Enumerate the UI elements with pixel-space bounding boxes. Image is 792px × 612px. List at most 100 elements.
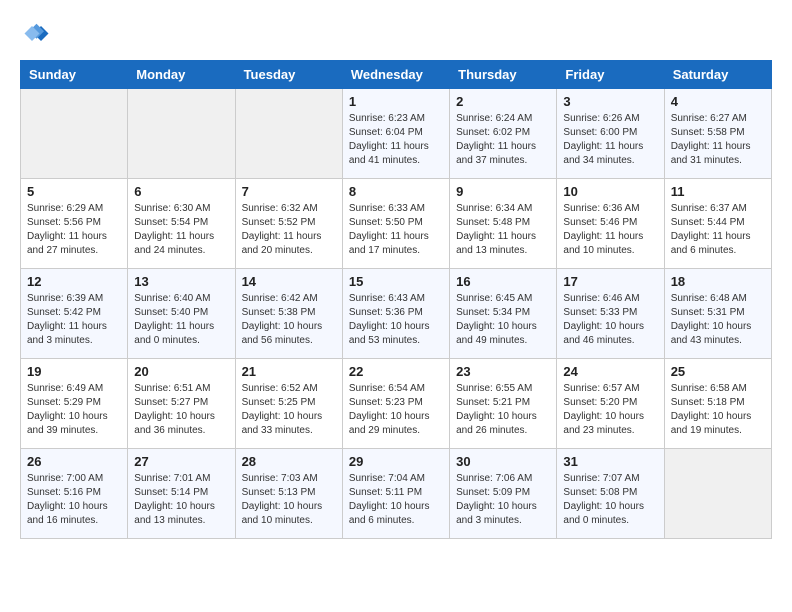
day-info: Sunrise: 7:00 AM Sunset: 5:16 PM Dayligh…	[27, 472, 121, 528]
calendar-cell	[21, 89, 128, 179]
calendar-cell: 19 Sunrise: 6:49 AM Sunset: 5:29 PM Dayli…	[21, 359, 128, 449]
calendar-cell: 16 Sunrise: 6:45 AM Sunset: 5:34 PM Dayli…	[450, 269, 557, 359]
calendar-cell: 13 Sunrise: 6:40 AM Sunset: 5:40 PM Dayli…	[128, 269, 235, 359]
day-number: 4	[671, 94, 765, 109]
calendar-cell: 30 Sunrise: 7:06 AM Sunset: 5:09 PM Dayli…	[450, 449, 557, 539]
day-info: Sunrise: 6:30 AM Sunset: 5:54 PM Dayligh…	[134, 202, 228, 258]
weekday-header-friday: Friday	[557, 61, 664, 89]
day-number: 22	[349, 364, 443, 379]
day-info: Sunrise: 7:03 AM Sunset: 5:13 PM Dayligh…	[242, 472, 336, 528]
day-info: Sunrise: 6:43 AM Sunset: 5:36 PM Dayligh…	[349, 292, 443, 348]
calendar-cell: 9Sunrise: 6:34 AM Sunset: 5:48 PM Daylig…	[450, 179, 557, 269]
calendar-cell: 14 Sunrise: 6:42 AM Sunset: 5:38 PM Dayli…	[235, 269, 342, 359]
day-number: 30	[456, 454, 550, 469]
calendar-cell: 2 Sunrise: 6:24 AM Sunset: 6:02 PM Daylig…	[450, 89, 557, 179]
day-info: Sunrise: 6:29 AM Sunset: 5:56 PM Dayligh…	[27, 202, 121, 258]
day-info: Sunrise: 6:36 AM Sunset: 5:46 PM Dayligh…	[563, 202, 657, 258]
day-number: 17	[563, 274, 657, 289]
calendar-cell: 25Sunrise: 6:58 AM Sunset: 5:18 PM Dayli…	[664, 359, 771, 449]
day-info: Sunrise: 6:40 AM Sunset: 5:40 PM Dayligh…	[134, 292, 228, 348]
calendar-cell: 10 Sunrise: 6:36 AM Sunset: 5:46 PM Dayli…	[557, 179, 664, 269]
calendar-week-row: 1 Sunrise: 6:23 AM Sunset: 6:04 PM Daylig…	[21, 89, 772, 179]
day-number: 28	[242, 454, 336, 469]
logo-icon	[20, 20, 50, 50]
day-info: Sunrise: 6:42 AM Sunset: 5:38 PM Dayligh…	[242, 292, 336, 348]
calendar-week-row: 12 Sunrise: 6:39 AM Sunset: 5:42 PM Dayli…	[21, 269, 772, 359]
day-number: 29	[349, 454, 443, 469]
day-number: 31	[563, 454, 657, 469]
day-number: 13	[134, 274, 228, 289]
calendar-cell: 6 Sunrise: 6:30 AM Sunset: 5:54 PM Daylig…	[128, 179, 235, 269]
day-info: Sunrise: 6:57 AM Sunset: 5:20 PM Dayligh…	[563, 382, 657, 438]
weekday-header-thursday: Thursday	[450, 61, 557, 89]
day-number: 10	[563, 184, 657, 199]
calendar-cell: 8 Sunrise: 6:33 AM Sunset: 5:50 PM Daylig…	[342, 179, 449, 269]
day-number: 1	[349, 94, 443, 109]
day-number: 6	[134, 184, 228, 199]
day-info: Sunrise: 7:06 AM Sunset: 5:09 PM Dayligh…	[456, 472, 550, 528]
weekday-header-saturday: Saturday	[664, 61, 771, 89]
day-number: 12	[27, 274, 121, 289]
day-info: Sunrise: 7:01 AM Sunset: 5:14 PM Dayligh…	[134, 472, 228, 528]
calendar-cell: 5 Sunrise: 6:29 AM Sunset: 5:56 PM Daylig…	[21, 179, 128, 269]
day-number: 19	[27, 364, 121, 379]
day-info: Sunrise: 6:33 AM Sunset: 5:50 PM Dayligh…	[349, 202, 443, 258]
day-number: 27	[134, 454, 228, 469]
calendar-cell: 21 Sunrise: 6:52 AM Sunset: 5:25 PM Dayli…	[235, 359, 342, 449]
calendar-cell: 15Sunrise: 6:43 AM Sunset: 5:36 PM Dayli…	[342, 269, 449, 359]
day-number: 8	[349, 184, 443, 199]
calendar-cell: 22 Sunrise: 6:54 AM Sunset: 5:23 PM Dayli…	[342, 359, 449, 449]
calendar-cell	[235, 89, 342, 179]
day-number: 5	[27, 184, 121, 199]
day-info: Sunrise: 6:45 AM Sunset: 5:34 PM Dayligh…	[456, 292, 550, 348]
calendar-week-row: 19 Sunrise: 6:49 AM Sunset: 5:29 PM Dayli…	[21, 359, 772, 449]
weekday-header-row: SundayMondayTuesdayWednesdayThursdayFrid…	[21, 61, 772, 89]
weekday-header-tuesday: Tuesday	[235, 61, 342, 89]
calendar-cell: 18Sunrise: 6:48 AM Sunset: 5:31 PM Dayli…	[664, 269, 771, 359]
day-info: Sunrise: 6:48 AM Sunset: 5:31 PM Dayligh…	[671, 292, 765, 348]
calendar-cell: 24 Sunrise: 6:57 AM Sunset: 5:20 PM Dayli…	[557, 359, 664, 449]
weekday-header-monday: Monday	[128, 61, 235, 89]
day-info: Sunrise: 6:24 AM Sunset: 6:02 PM Dayligh…	[456, 112, 550, 168]
day-number: 7	[242, 184, 336, 199]
day-info: Sunrise: 6:26 AM Sunset: 6:00 PM Dayligh…	[563, 112, 657, 168]
day-number: 26	[27, 454, 121, 469]
day-number: 9	[456, 184, 550, 199]
weekday-header-wednesday: Wednesday	[342, 61, 449, 89]
day-number: 16	[456, 274, 550, 289]
day-info: Sunrise: 6:51 AM Sunset: 5:27 PM Dayligh…	[134, 382, 228, 438]
calendar-cell: 3Sunrise: 6:26 AM Sunset: 6:00 PM Daylig…	[557, 89, 664, 179]
day-info: Sunrise: 6:55 AM Sunset: 5:21 PM Dayligh…	[456, 382, 550, 438]
day-info: Sunrise: 6:32 AM Sunset: 5:52 PM Dayligh…	[242, 202, 336, 258]
calendar-week-row: 26 Sunrise: 7:00 AM Sunset: 5:16 PM Dayli…	[21, 449, 772, 539]
calendar-cell: 1 Sunrise: 6:23 AM Sunset: 6:04 PM Daylig…	[342, 89, 449, 179]
day-number: 20	[134, 364, 228, 379]
calendar-cell: 12 Sunrise: 6:39 AM Sunset: 5:42 PM Dayli…	[21, 269, 128, 359]
day-info: Sunrise: 6:27 AM Sunset: 5:58 PM Dayligh…	[671, 112, 765, 168]
calendar-cell: 7 Sunrise: 6:32 AM Sunset: 5:52 PM Daylig…	[235, 179, 342, 269]
day-info: Sunrise: 6:54 AM Sunset: 5:23 PM Dayligh…	[349, 382, 443, 438]
day-info: Sunrise: 6:39 AM Sunset: 5:42 PM Dayligh…	[27, 292, 121, 348]
day-info: Sunrise: 6:46 AM Sunset: 5:33 PM Dayligh…	[563, 292, 657, 348]
day-number: 14	[242, 274, 336, 289]
day-info: Sunrise: 6:58 AM Sunset: 5:18 PM Dayligh…	[671, 382, 765, 438]
day-number: 23	[456, 364, 550, 379]
day-info: Sunrise: 6:52 AM Sunset: 5:25 PM Dayligh…	[242, 382, 336, 438]
day-info: Sunrise: 6:49 AM Sunset: 5:29 PM Dayligh…	[27, 382, 121, 438]
day-info: Sunrise: 6:37 AM Sunset: 5:44 PM Dayligh…	[671, 202, 765, 258]
calendar-table: SundayMondayTuesdayWednesdayThursdayFrid…	[20, 60, 772, 539]
day-info: Sunrise: 7:04 AM Sunset: 5:11 PM Dayligh…	[349, 472, 443, 528]
calendar-cell: 4 Sunrise: 6:27 AM Sunset: 5:58 PM Daylig…	[664, 89, 771, 179]
weekday-header-sunday: Sunday	[21, 61, 128, 89]
day-info: Sunrise: 6:23 AM Sunset: 6:04 PM Dayligh…	[349, 112, 443, 168]
calendar-cell: 11Sunrise: 6:37 AM Sunset: 5:44 PM Dayli…	[664, 179, 771, 269]
day-number: 24	[563, 364, 657, 379]
calendar-cell: 26 Sunrise: 7:00 AM Sunset: 5:16 PM Dayli…	[21, 449, 128, 539]
calendar-cell: 27 Sunrise: 7:01 AM Sunset: 5:14 PM Dayli…	[128, 449, 235, 539]
calendar-cell: 31Sunrise: 7:07 AM Sunset: 5:08 PM Dayli…	[557, 449, 664, 539]
calendar-cell: 23 Sunrise: 6:55 AM Sunset: 5:21 PM Dayli…	[450, 359, 557, 449]
calendar-cell: 29 Sunrise: 7:04 AM Sunset: 5:11 PM Dayli…	[342, 449, 449, 539]
day-number: 21	[242, 364, 336, 379]
calendar-cell	[128, 89, 235, 179]
day-number: 2	[456, 94, 550, 109]
